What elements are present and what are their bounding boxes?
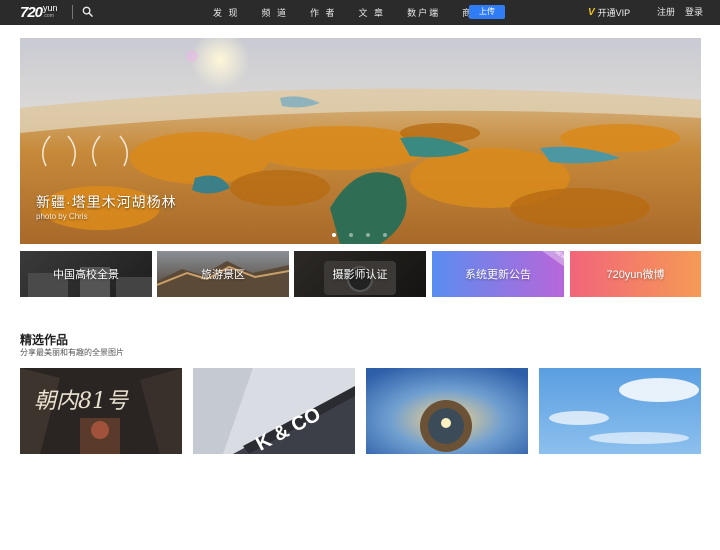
nav-client[interactable]: 数户端 <box>407 6 440 19</box>
vip-label: 开通VIP <box>597 8 631 18</box>
card-label: 旅游景区 <box>201 269 245 281</box>
logo-text: yun .com <box>43 3 58 19</box>
work-thumbnail[interactable] <box>539 368 701 454</box>
logo-divider <box>72 5 73 19</box>
featured-works-grid: 朝内81号 K & CO <box>20 368 701 454</box>
hero-banner[interactable]: 新疆·塔里木河胡杨林 photo by Chris <box>20 38 701 244</box>
logo-yun: yun <box>43 3 58 13</box>
card-tourist-spots[interactable]: 旅游景区 <box>157 251 289 297</box>
carousel-dot[interactable] <box>366 233 370 237</box>
work-image-tiny-planet <box>366 368 528 454</box>
card-china-universities[interactable]: 中国高校全景 <box>20 251 152 297</box>
carousel-dots <box>332 233 400 237</box>
work-image-courtyard: 朝内81号 <box>20 368 182 454</box>
upload-button[interactable]: 上传 <box>469 5 505 19</box>
vip-icon: V <box>588 7 595 18</box>
work-thumbnail[interactable]: K & CO <box>193 368 355 454</box>
category-cards: 中国高校全景 旅游景区 摄影师认证 系统更新公告 NEW 720yun微博 <box>20 251 701 297</box>
card-weibo[interactable]: 720yun微博 <box>570 251 701 297</box>
nav-authors[interactable]: 作 者 <box>310 6 337 19</box>
nav-discover[interactable]: 发 现 <box>213 6 240 19</box>
work-thumbnail[interactable]: 朝内81号 <box>20 368 182 454</box>
work-thumbnail[interactable] <box>366 368 528 454</box>
nav-articles[interactable]: 文 章 <box>359 6 386 19</box>
carousel-dot[interactable] <box>332 233 336 237</box>
banner-panorama-image <box>20 38 701 244</box>
logo-domain: .com <box>43 13 54 19</box>
card-label: 系统更新公告 <box>465 269 531 281</box>
section-subtitle: 分享最美丽和有趣的全景图片 <box>20 348 124 357</box>
vip-link[interactable]: V 开通VIP <box>588 0 630 25</box>
carousel-dot[interactable] <box>383 233 387 237</box>
card-photographer-cert[interactable]: 摄影师认证 <box>294 251 426 297</box>
work-overlay-text: 朝内81号 <box>34 389 129 414</box>
card-label: 中国高校全景 <box>53 269 119 281</box>
main-nav: 发 现 频 道 作 者 文 章 数户端 商 城 <box>213 0 511 25</box>
card-label: 720yun微博 <box>606 269 665 281</box>
new-badge: NEW <box>541 251 564 272</box>
search-icon[interactable] <box>82 6 93 17</box>
register-link[interactable]: 注册 <box>657 0 675 25</box>
section-title: 精选作品 <box>20 333 69 347</box>
site-logo[interactable]: 720 yun .com <box>20 3 58 22</box>
banner-author: photo by Chris <box>36 212 88 221</box>
card-label: 摄影师认证 <box>332 269 388 281</box>
top-navigation-bar: 720 yun .com 发 现 频 道 作 者 文 章 数户端 商 城 上传 … <box>0 0 720 25</box>
banner-title[interactable]: 新疆·塔里木河胡杨林 <box>36 192 177 212</box>
carousel-dot[interactable] <box>349 233 353 237</box>
nav-channels[interactable]: 频 道 <box>262 6 289 19</box>
logo-number: 720 <box>20 4 43 21</box>
work-image-blue-sky <box>539 368 701 454</box>
login-link[interactable]: 登录 <box>685 0 703 25</box>
work-image-storefront: K & CO <box>193 368 355 454</box>
card-system-updates[interactable]: 系统更新公告 NEW <box>432 251 564 297</box>
